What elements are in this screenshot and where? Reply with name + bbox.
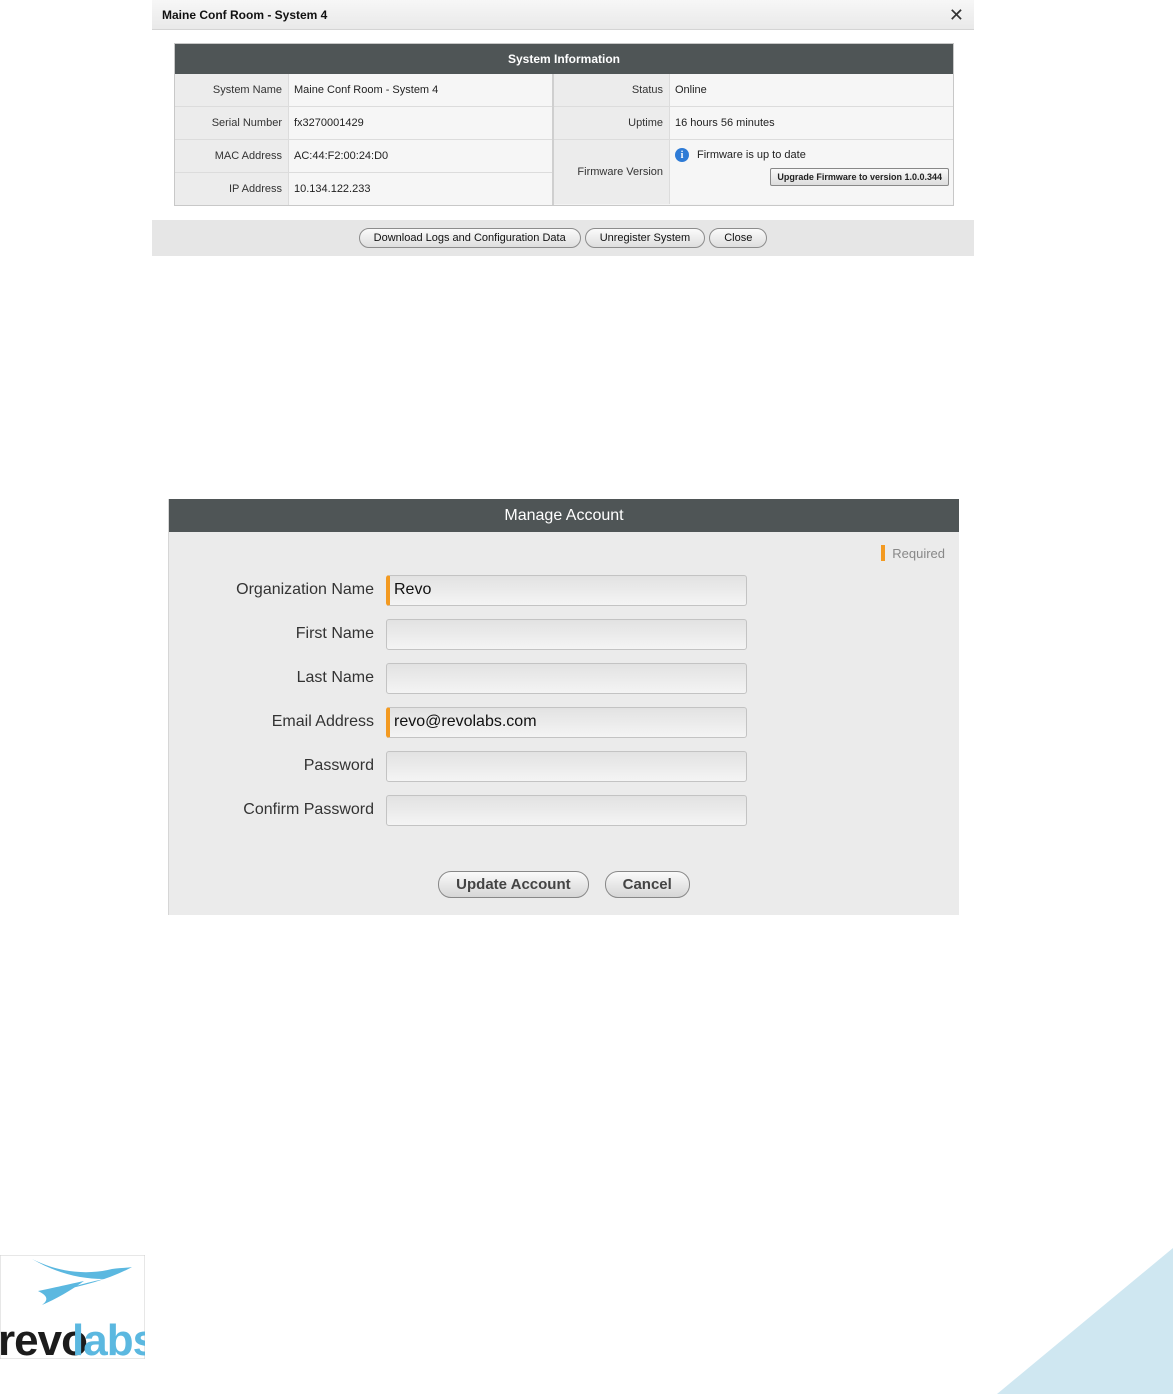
system-info-panel: System Information System Name Maine Con… xyxy=(174,43,954,206)
form-row-organization-name: Organization Name Revo xyxy=(169,574,959,606)
email-address-field[interactable]: revo@revolabs.com xyxy=(386,706,747,738)
info-row-firmware-version: Firmware Version i Firmware is up to dat… xyxy=(554,140,953,204)
last-name-field[interactable] xyxy=(386,662,747,694)
upgrade-firmware-button[interactable]: Upgrade Firmware to version 1.0.0.344 xyxy=(770,168,949,186)
close-button[interactable]: Close xyxy=(709,228,768,248)
panel-header: System Information xyxy=(175,44,953,74)
info-row-ip-address: IP Address 10.134.122.233 xyxy=(175,173,552,205)
dialog-body: System Information System Name Maine Con… xyxy=(152,30,974,220)
organization-name-field[interactable]: Revo xyxy=(386,574,747,606)
info-row-status: Status Online xyxy=(554,74,953,107)
required-marker xyxy=(881,545,886,561)
first-name-label: First Name xyxy=(295,625,374,642)
password-field[interactable] xyxy=(386,750,747,782)
info-value: 10.134.122.233 xyxy=(289,173,552,205)
cancel-button[interactable]: Cancel xyxy=(604,871,690,898)
dialog-titlebar: Maine Conf Room - System 4 ✕ xyxy=(152,0,974,30)
info-label: Status xyxy=(554,74,670,106)
update-account-button[interactable]: Update Account xyxy=(438,871,589,898)
info-icon: i xyxy=(675,148,689,162)
required-label: Required xyxy=(892,545,945,561)
download-logs-button[interactable]: Download Logs and Configuration Data xyxy=(358,228,581,248)
info-row-mac-address: MAC Address AC:44:F2:00:24:D0 xyxy=(175,140,552,173)
first-name-field[interactable] xyxy=(386,618,747,650)
info-row-uptime: Uptime 16 hours 56 minutes xyxy=(554,107,953,140)
revolabs-logo: revo labs xyxy=(0,1254,157,1365)
info-value: AC:44:F2:00:24:D0 xyxy=(289,140,552,172)
svg-text:labs: labs xyxy=(72,1316,145,1359)
info-label: System Name xyxy=(175,74,289,106)
unregister-system-button[interactable]: Unregister System xyxy=(584,228,706,248)
form-row-last-name: Last Name xyxy=(169,662,959,694)
info-left-column: System Name Maine Conf Room - System 4 S… xyxy=(175,74,554,205)
info-label: Firmware Version xyxy=(554,140,670,204)
organization-name-label: Organization Name xyxy=(236,581,374,598)
info-label: IP Address xyxy=(175,173,289,205)
email-address-label: Email Address xyxy=(271,713,374,730)
form-row-confirm-password: Confirm Password xyxy=(169,794,959,826)
password-label: Password xyxy=(303,757,374,774)
info-label: Uptime xyxy=(554,107,670,139)
info-value: fx3270001429 xyxy=(289,107,552,139)
manage-account-header: Manage Account xyxy=(169,499,959,532)
form-row-first-name: First Name xyxy=(169,618,959,650)
close-icon[interactable]: ✕ xyxy=(949,6,964,24)
form-row-password: Password xyxy=(169,750,959,782)
confirm-password-label: Confirm Password xyxy=(243,801,374,818)
info-label: Serial Number xyxy=(175,107,289,139)
last-name-label: Last Name xyxy=(296,669,374,686)
manage-account-panel: Manage Account Required Organization Nam… xyxy=(168,499,959,915)
system-info-dialog: Maine Conf Room - System 4 ✕ System Info… xyxy=(152,0,974,256)
dialog-title: Maine Conf Room - System 4 xyxy=(162,7,328,22)
info-row-system-name: System Name Maine Conf Room - System 4 xyxy=(175,74,552,107)
info-value: Online xyxy=(670,74,953,106)
info-value: 16 hours 56 minutes xyxy=(670,107,953,139)
revolabs-logo-graphic: revo labs xyxy=(0,1254,157,1365)
form-row-email-address: Email Address revo@revolabs.com xyxy=(169,706,959,738)
info-label: MAC Address xyxy=(175,140,289,172)
corner-decoration xyxy=(997,1248,1173,1394)
dialog-footer: Download Logs and Configuration Data Unr… xyxy=(152,220,974,256)
info-row-serial-number: Serial Number fx3270001429 xyxy=(175,107,552,140)
info-value: Maine Conf Room - System 4 xyxy=(289,74,552,106)
account-buttons: Update Account Cancel xyxy=(169,871,959,898)
confirm-password-field[interactable] xyxy=(386,794,747,826)
required-legend: Required xyxy=(881,545,945,561)
firmware-status: Firmware is up to date xyxy=(697,149,806,161)
info-right-column: Status Online Uptime 16 hours 56 minutes… xyxy=(554,74,953,205)
